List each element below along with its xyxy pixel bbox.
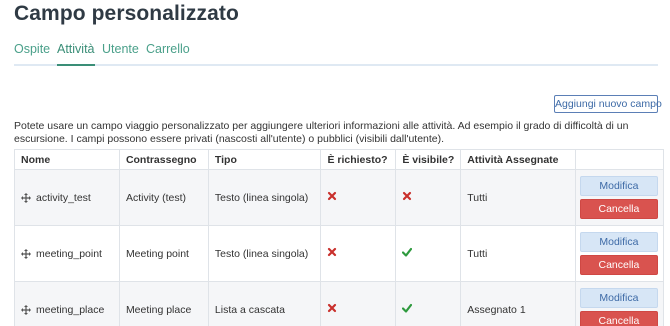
header-tag: Contrassegno [118, 149, 209, 170]
check-icon [402, 247, 413, 257]
custom-fields-table: Nome Contrassegno Tipo È richiesto? È vi… [14, 149, 665, 326]
table-header-row: Nome Contrassegno Tipo È richiesto? È vi… [14, 149, 665, 170]
tab-attivita[interactable]: Attività [57, 42, 95, 66]
header-type: Tipo [207, 149, 322, 170]
cross-icon [327, 191, 337, 201]
tab-ospite[interactable]: Ospite [14, 42, 50, 66]
cell-required [320, 281, 397, 326]
table-row: activity_test Activity (test) Testo (linea… [14, 169, 665, 226]
cell-assigned: Tutti [460, 169, 576, 226]
check-icon [402, 303, 413, 313]
cell-actions: Modifica Cancella [574, 169, 665, 226]
header-name: Nome [14, 149, 120, 170]
move-icon[interactable] [21, 192, 31, 203]
cell-tag: Meeting point [118, 225, 209, 282]
field-name: meeting_place [36, 303, 105, 316]
cell-visible [395, 225, 462, 282]
header-assigned: Attività Assegnate [460, 149, 576, 170]
tab-carrello[interactable]: Carrello [146, 42, 190, 66]
table-row: meeting_place Meeting place Lista a cascat… [14, 281, 665, 326]
move-icon[interactable] [21, 248, 31, 259]
edit-button[interactable]: Modifica [579, 288, 658, 308]
cross-icon [327, 247, 337, 257]
header-actions [574, 149, 665, 170]
table-row: meeting_point Meeting point Testo (linea s… [14, 225, 665, 282]
cell-assigned: Assegnato 1 [460, 281, 576, 326]
cell-assigned: Tutti [460, 225, 576, 282]
cell-type: Lista a cascata [207, 281, 322, 326]
delete-button[interactable]: Cancella [579, 311, 658, 326]
delete-button[interactable]: Cancella [579, 199, 658, 219]
page-title: Campo personalizzato [14, 2, 239, 25]
cell-tag: Activity (test) [118, 169, 209, 226]
page-description: Potete usare un campo viaggio personaliz… [14, 120, 629, 145]
cell-required [320, 169, 397, 226]
cross-icon [402, 191, 412, 201]
move-icon[interactable] [21, 304, 31, 315]
field-name: meeting_point [36, 247, 102, 260]
header-visible: È visibile? [395, 149, 462, 170]
cell-required [320, 225, 397, 282]
header-required: È richiesto? [320, 149, 397, 170]
field-name: activity_test [36, 191, 91, 204]
cell-name: activity_test [14, 169, 120, 226]
tab-bar: Ospite Attività Utente Carrello [14, 42, 658, 66]
cell-visible [395, 281, 462, 326]
cell-name: meeting_point [14, 225, 120, 282]
cell-visible [395, 169, 462, 226]
edit-button[interactable]: Modifica [579, 232, 658, 252]
cell-actions: Modifica Cancella [574, 281, 665, 326]
tab-utente[interactable]: Utente [102, 42, 139, 66]
cell-actions: Modifica Cancella [574, 225, 665, 282]
edit-button[interactable]: Modifica [579, 176, 658, 196]
cross-icon [327, 303, 337, 313]
add-field-button[interactable]: Aggiungi nuovo campo [554, 95, 662, 113]
cell-name: meeting_place [14, 281, 120, 326]
cell-type: Testo (linea singola) [207, 225, 322, 282]
cell-tag: Meeting place [118, 281, 209, 326]
cell-type: Testo (linea singola) [207, 169, 322, 226]
delete-button[interactable]: Cancella [579, 255, 658, 275]
